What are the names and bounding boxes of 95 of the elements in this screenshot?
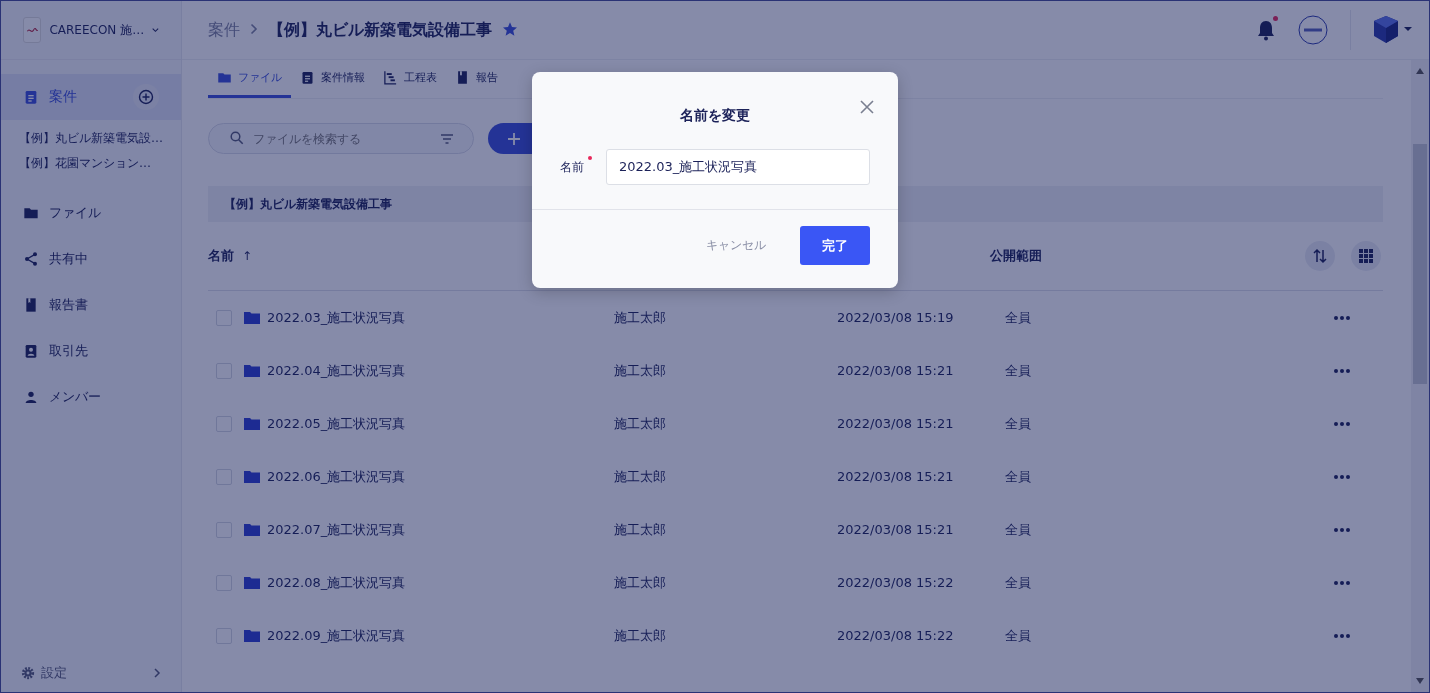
sidebar-item[interactable]: 取引先 — [1, 328, 181, 374]
date-cell-text: 2022/03/08 15:21 — [837, 363, 955, 378]
owner-cell-text: 施工太郎 — [614, 467, 667, 486]
scroll-down-icon[interactable] — [1416, 678, 1424, 684]
scope-cell-text: 全員 — [1005, 626, 1032, 645]
scrollbar[interactable] — [1411, 60, 1429, 692]
date-cell-text: 2022/03/08 15:21 — [837, 522, 955, 537]
dialog-title: 名前を変更 — [680, 107, 750, 123]
badge-icon — [23, 343, 39, 359]
owner-cell-text: 施工太郎 — [614, 308, 667, 327]
date-cell-text: 2022/03/08 15:19 — [837, 310, 955, 325]
chevron-down-icon[interactable] — [152, 25, 159, 35]
date-cell-text: 2022/03/08 15:22 — [837, 575, 955, 590]
file-name[interactable]: 2022.05_施工状況写真 — [267, 414, 614, 433]
folder-icon — [244, 363, 260, 378]
sort-toggle-icon[interactable] — [1305, 241, 1335, 271]
bell-icon[interactable] — [1256, 19, 1276, 41]
date-cell-text: 2022/03/08 15:21 — [837, 469, 955, 484]
file-name[interactable]: 2022.04_施工状況写真 — [267, 361, 614, 380]
folder-icon — [217, 70, 232, 85]
date-cell-text: 2022/03/08 15:21 — [837, 416, 955, 431]
company-logo-icon — [23, 17, 42, 43]
project-link[interactable]: 【例】丸ビル新築電気設… — [1, 126, 181, 151]
filter-icon[interactable] — [440, 133, 454, 145]
column-header[interactable]: 名前 — [208, 247, 234, 265]
share-icon — [23, 251, 39, 267]
scope-cell-text: 全員 — [1005, 573, 1032, 592]
gantt-icon — [383, 70, 398, 85]
more-icon[interactable] — [1333, 314, 1351, 321]
company-name[interactable]: CAREECON 施… — [49, 21, 145, 39]
file-name[interactable]: 2022.09_施工状況写真 — [267, 626, 614, 645]
more-icon[interactable] — [1333, 420, 1351, 427]
breadcrumb-link[interactable]: 案件 — [208, 19, 240, 41]
cancel-button[interactable]: キャンセル — [700, 236, 772, 255]
folder-icon — [244, 310, 260, 325]
more-icon[interactable] — [1333, 473, 1351, 480]
scroll-up-icon[interactable] — [1416, 68, 1424, 74]
folder-icon — [244, 469, 260, 484]
sidebar-item[interactable]: 報告書 — [1, 282, 181, 328]
folder-icon — [244, 522, 260, 537]
project-link[interactable]: 【例】花園マンション… — [1, 151, 181, 176]
company-avatar-icon[interactable] — [1298, 15, 1328, 45]
file-name[interactable]: 2022.03_施工状況写真 — [267, 308, 614, 327]
scope-cell-text: 全員 — [1005, 467, 1032, 486]
page-title: 【例】丸ビル新築電気設備工事 — [268, 19, 492, 41]
sidebar-item[interactable]: ファイル — [1, 190, 181, 236]
owner-cell-text: 施工太郎 — [614, 520, 667, 539]
grid-view-icon[interactable] — [1351, 241, 1381, 271]
owner-cell-text: 施工太郎 — [614, 626, 667, 645]
file-name[interactable]: 2022.08_施工状況写真 — [267, 573, 614, 592]
settings-link[interactable]: 設定 — [41, 664, 147, 682]
scope-cell-text: 全員 — [1005, 361, 1032, 380]
sort-arrow[interactable]: ↑ — [242, 249, 253, 263]
tab[interactable]: 案件情報 — [291, 60, 374, 98]
book-icon — [455, 70, 470, 85]
star-icon[interactable] — [502, 20, 518, 37]
book-icon — [23, 297, 39, 313]
more-icon[interactable] — [1333, 367, 1351, 374]
chevron-right-icon — [250, 22, 258, 35]
folder-icon — [244, 628, 260, 643]
scope-cell-text: 全員 — [1005, 308, 1032, 327]
name-field[interactable]: 2022.03_施工状況写真 — [606, 149, 870, 185]
close-icon[interactable] — [860, 100, 874, 114]
sidebar-item[interactable]: 共有中 — [1, 236, 181, 282]
more-icon[interactable] — [1333, 526, 1351, 533]
chevron-right-icon[interactable] — [153, 668, 161, 678]
tab[interactable]: 工程表 — [374, 60, 446, 98]
scope-cell-text: 全員 — [1005, 414, 1032, 433]
owner-cell-text: 施工太郎 — [614, 361, 667, 380]
scope-cell-text: 全員 — [1005, 520, 1032, 539]
sidebar-item[interactable]: メンバー — [1, 374, 181, 420]
plus-icon — [508, 132, 520, 145]
file-name[interactable]: 2022.07_施工状況写真 — [267, 520, 614, 539]
folder-icon — [244, 416, 260, 431]
owner-cell-text: 施工太郎 — [614, 414, 667, 433]
confirm-button[interactable]: 完了 — [800, 226, 870, 265]
clipboard-icon — [300, 70, 315, 85]
search-icon — [230, 131, 244, 145]
sidebar-item[interactable]: 案件 — [1, 74, 181, 120]
clipboard-icon — [23, 89, 39, 105]
tab[interactable]: 報告 — [446, 60, 507, 98]
tab[interactable]: ファイル — [208, 60, 291, 98]
folder-icon — [23, 205, 39, 221]
field-label: 名前 — [560, 158, 590, 176]
more-icon[interactable] — [1333, 632, 1351, 639]
column-header[interactable]: 公開範囲 — [990, 247, 1042, 265]
owner-cell-text: 施工太郎 — [614, 573, 667, 592]
folder-icon — [244, 575, 260, 590]
add-circle-icon[interactable] — [138, 89, 154, 105]
settings-icon[interactable] — [21, 666, 35, 680]
person-icon — [23, 389, 39, 405]
date-cell-text: 2022/03/08 15:22 — [837, 628, 955, 643]
more-icon[interactable] — [1333, 579, 1351, 586]
cube-icon[interactable] — [1373, 15, 1413, 45]
file-name[interactable]: 2022.06_施工状況写真 — [267, 467, 614, 486]
